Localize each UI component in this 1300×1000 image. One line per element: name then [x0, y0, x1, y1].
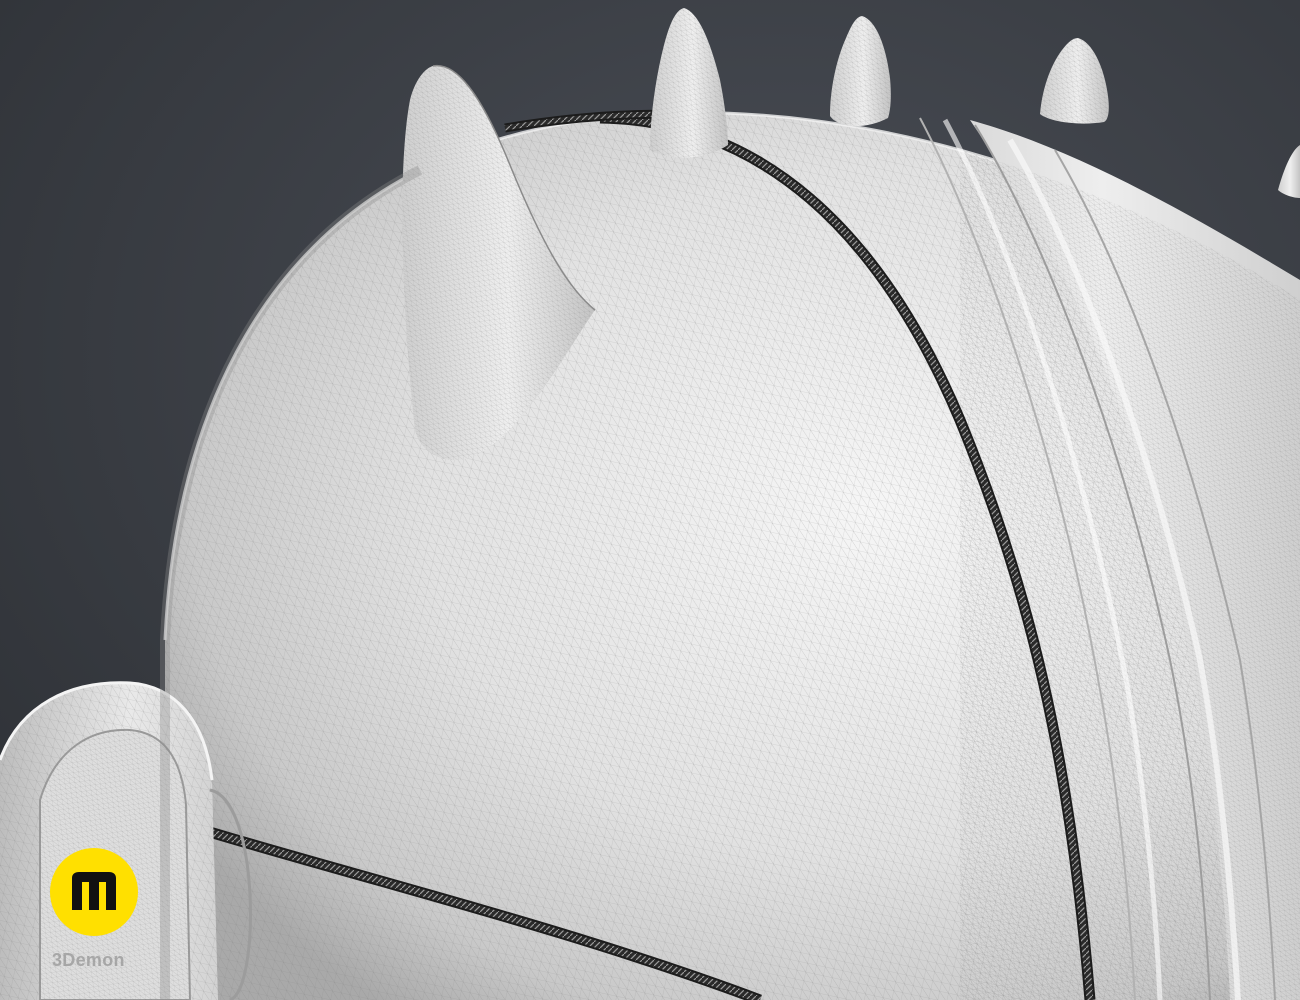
3demon-logo-icon: [50, 848, 138, 936]
brand-name: 3Demon: [52, 950, 125, 970]
brand-watermark: 3Demon: [44, 840, 184, 980]
render-viewport: 3Demon: [0, 0, 1300, 1000]
helmet-render: [0, 0, 1300, 1000]
